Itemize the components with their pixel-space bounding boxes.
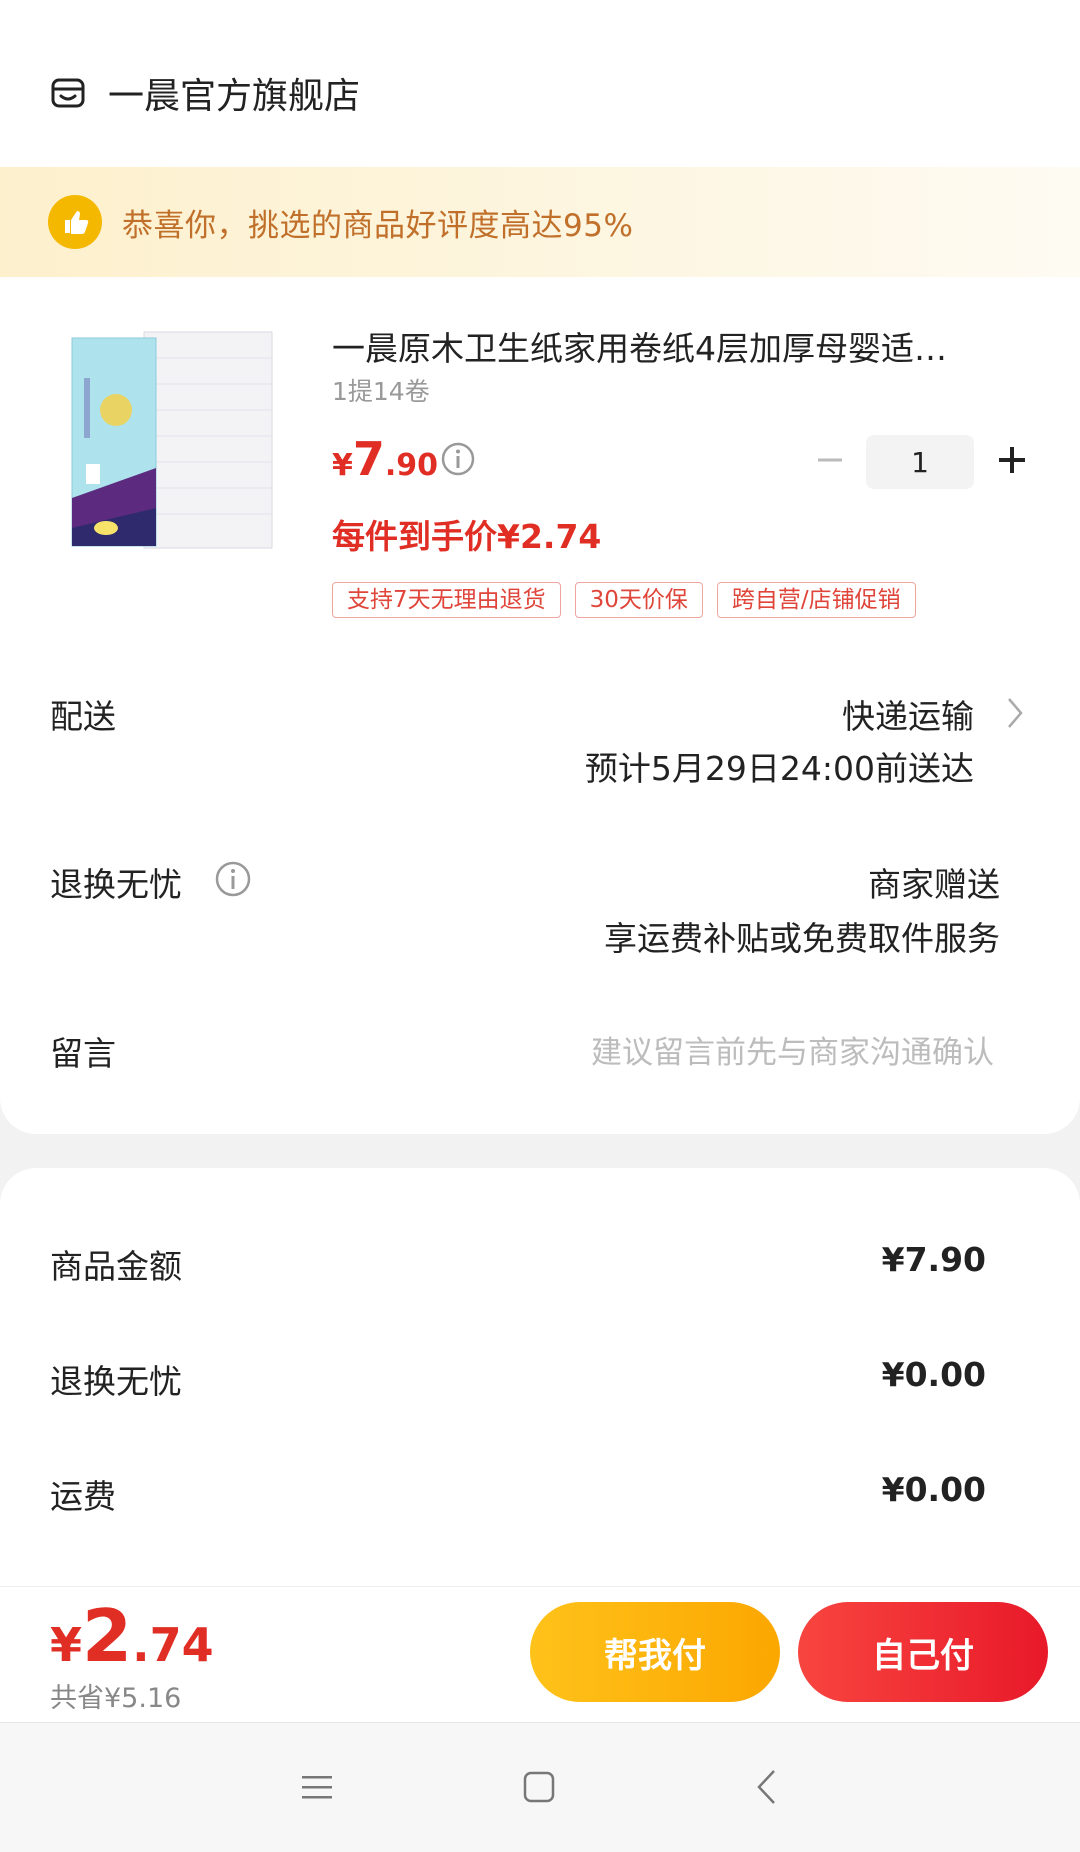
quantity-field[interactable]: 1 <box>866 435 974 489</box>
menu-icon[interactable] <box>300 1770 334 1804</box>
product-price: ¥ 7 .90 <box>332 432 438 486</box>
store-icon <box>51 78 85 108</box>
total-currency: ¥ <box>50 1618 83 1672</box>
product-image[interactable] <box>66 318 276 568</box>
delivery-label: 配送 <box>50 697 116 736</box>
summary-goods-label: 商品金额 <box>50 1247 182 1286</box>
price-info-icon[interactable] <box>440 441 476 477</box>
delivery-method[interactable]: 快递运输 <box>842 690 974 738</box>
delivery-eta: 预计5月29日24:00前送达 <box>584 749 974 788</box>
product-spec: 1提14卷 <box>332 377 430 406</box>
product-title[interactable]: 一晨原木卫生纸家用卷纸4层加厚母婴适… <box>332 322 1022 370</box>
summary-return-label: 退换无忧 <box>50 1362 182 1401</box>
message-label: 留言 <box>50 1034 116 1073</box>
saved-amount: 共省¥5.16 <box>50 1683 182 1714</box>
pay-myself-button[interactable]: 自己付 <box>798 1602 1048 1702</box>
summary-return-value: ¥0.00 <box>881 1355 986 1394</box>
price-integer: 7 <box>352 432 385 486</box>
total-integer: 2 <box>82 1594 133 1678</box>
thumbs-up-icon <box>48 195 102 249</box>
summary-goods-value: ¥7.90 <box>881 1240 986 1279</box>
total-decimal: .74 <box>132 1618 214 1672</box>
return-value: 商家赠送 <box>868 865 1000 904</box>
tag-return: 支持7天无理由退货 <box>332 582 561 618</box>
home-icon[interactable] <box>522 1770 556 1804</box>
banner-text: 恭喜你，挑选的商品好评度高达95% <box>122 207 634 244</box>
chevron-right-icon[interactable] <box>1005 696 1025 730</box>
store-name: 一晨官方旗舰店 <box>108 76 361 117</box>
price-decimal: .90 <box>384 448 439 483</box>
back-icon[interactable] <box>752 1768 782 1806</box>
message-input[interactable]: 建议留言前先与商家沟通确认 <box>591 1027 994 1072</box>
tag-promotion: 跨自营/店铺促销 <box>716 582 916 618</box>
help-me-pay-button[interactable]: 帮我付 <box>530 1602 780 1702</box>
quantity-increase-button[interactable] <box>992 440 1032 480</box>
return-label: 退换无忧 <box>50 865 182 904</box>
service-tags: 支持7天无理由退货 30天价保 跨自营/店铺促销 <box>332 582 916 618</box>
final-unit-price: 每件到手价¥2.74 <box>332 517 602 556</box>
quantity-decrease-button[interactable] <box>810 440 850 480</box>
total-price: ¥ 2 .74 <box>50 1594 214 1678</box>
summary-shipping-label: 运费 <box>50 1477 116 1516</box>
tag-price-protect: 30天价保 <box>574 582 703 618</box>
return-desc: 享运费补贴或免费取件服务 <box>604 919 1000 958</box>
store-header[interactable]: 一晨官方旗舰店 <box>50 68 360 118</box>
return-info-icon[interactable] <box>214 860 252 898</box>
rating-banner: 恭喜你，挑选的商品好评度高达95% <box>0 167 1080 277</box>
summary-shipping-value: ¥0.00 <box>881 1470 986 1509</box>
price-currency: ¥ <box>332 448 353 483</box>
